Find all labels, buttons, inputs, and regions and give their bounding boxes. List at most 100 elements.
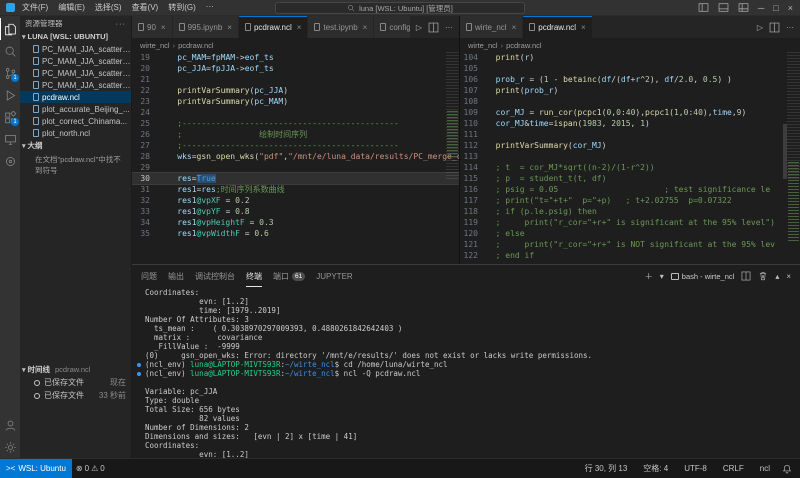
run-debug-icon[interactable] [0, 84, 20, 106]
panel-tab-端口[interactable]: 端口61 [273, 265, 305, 287]
status-item[interactable]: UTF-8 [680, 464, 711, 473]
close-tab-icon[interactable]: × [581, 23, 586, 32]
terminal-line: _FillValue : -9999 [136, 342, 800, 351]
status-item[interactable]: ncl [756, 464, 774, 473]
minimize-button[interactable]: ─ [758, 3, 764, 13]
command-decoration-icon[interactable] [137, 372, 141, 376]
menu-item[interactable]: 转到(G) [168, 2, 196, 13]
explorer-icon[interactable] [0, 18, 20, 40]
search-icon[interactable] [0, 40, 20, 62]
minimap[interactable] [787, 52, 800, 264]
maximize-button[interactable]: □ [773, 3, 778, 13]
menu-item[interactable]: 编辑(E) [58, 2, 85, 13]
status-item[interactable]: 行 30, 列 13 [581, 463, 632, 474]
file-item[interactable]: PC_MAM_JJA_scatter_... [20, 67, 131, 79]
command-decoration-icon[interactable] [137, 363, 141, 367]
status-item[interactable]: CRLF [719, 464, 748, 473]
terminal-line: Total Size: 656 bytes [136, 405, 800, 414]
terminal-output[interactable]: Coordinates: evn: [1..2] time: [1979..20… [132, 287, 800, 458]
file-item[interactable]: plot_north.ncl [20, 127, 131, 139]
code-right[interactable]: 104 print(r)105106 prob_r = (1 - betainc… [460, 52, 800, 264]
tab-label: pcdraw.ncl [538, 23, 576, 32]
run-button[interactable]: ▷ [757, 23, 763, 32]
timeline-header[interactable]: ▾ 时间线 pcdraw.ncl [20, 363, 131, 376]
file-item[interactable]: plot_accurate_Beijing_... [20, 103, 131, 115]
kill-terminal-icon[interactable] [758, 271, 768, 281]
command-center[interactable]: luna [WSL: Ubuntu] [管理员] [275, 2, 525, 14]
timeline-item[interactable]: 已保存文件现在 [20, 376, 131, 389]
text-segment: prob_r [525, 86, 554, 95]
panel-tab-JUPYTER[interactable]: JUPYTER [316, 265, 352, 287]
file-name: PC_MAM_JJA_scatter_... [42, 81, 131, 90]
close-tab-icon[interactable]: × [363, 23, 368, 32]
terminal-dropdown-icon[interactable]: ▾ [660, 272, 664, 281]
tab-995.ipynb[interactable]: 995.ipynb× [173, 16, 239, 38]
notifications-bell-icon[interactable] [782, 464, 792, 474]
close-tab-icon[interactable]: × [297, 23, 302, 32]
breadcrumb-item[interactable]: pcdraw.ncl [506, 41, 541, 50]
tab-config[interactable]: config× [374, 16, 410, 38]
breadcrumb-item[interactable]: pcdraw.ncl [178, 41, 213, 50]
more-actions-icon[interactable]: ··· [445, 23, 453, 32]
account-icon[interactable] [0, 414, 20, 436]
jupyter-icon[interactable] [0, 150, 20, 172]
remote-indicator[interactable]: >< WSL: Ubuntu [0, 459, 72, 478]
menu-item[interactable]: 查看(V) [132, 2, 159, 13]
tab-wirte_ncl[interactable]: wirte_ncl× [460, 16, 523, 38]
maximize-panel-icon[interactable]: ▴ [775, 272, 779, 281]
split-editor-icon[interactable] [769, 22, 780, 33]
text-segment: 0.8 [235, 207, 249, 216]
file-item[interactable]: PC_MAM_JJA_scatter_... [20, 43, 131, 55]
new-terminal-icon[interactable]: ＋ [645, 271, 653, 282]
outline-header[interactable]: ▾ 大纲 [20, 139, 131, 152]
file-item[interactable]: plot_correct_Chinama... [20, 115, 131, 127]
tab-pcdraw.ncl[interactable]: pcdraw.ncl× [239, 16, 308, 38]
tab-90[interactable]: 90× [132, 16, 173, 38]
workspace-header[interactable]: ▾ LUNA [WSL: UBUNTU] [20, 30, 131, 43]
close-window-button[interactable]: × [788, 3, 793, 13]
menu-item[interactable]: 选择(S) [95, 2, 122, 13]
settings-icon[interactable] [0, 436, 20, 458]
tab-test.ipynb[interactable]: test.ipynb× [308, 16, 374, 38]
menu-item[interactable]: ··· [206, 2, 214, 13]
panel-tab-调试控制台[interactable]: 调试控制台 [195, 265, 235, 287]
terminal-line: Variable: pc_JJA [136, 387, 800, 396]
panel-tab-终端[interactable]: 终端 [246, 265, 262, 287]
timeline-item[interactable]: 已保存文件33 秒前 [20, 389, 131, 402]
more-actions-icon[interactable]: ··· [786, 23, 794, 32]
code-left[interactable]: 19 pc_MAM=fpMAM->eof_ts20 pc_JJA=fpJJA->… [132, 52, 459, 264]
close-panel-icon[interactable]: × [786, 272, 791, 281]
tab-label: config [389, 23, 410, 32]
toggle-panel-icon[interactable] [718, 2, 729, 13]
toggle-sidebar-icon[interactable] [698, 2, 709, 13]
close-tab-icon[interactable]: × [161, 23, 166, 32]
file-item[interactable]: pcdraw.ncl [20, 91, 131, 103]
close-tab-icon[interactable]: × [227, 23, 232, 32]
panel-tab-问题[interactable]: 问题 [141, 265, 157, 287]
run-button[interactable]: ▷ [416, 23, 422, 32]
menu-item[interactable]: 文件(F) [22, 2, 48, 13]
breadcrumb-item[interactable]: wirte_ncl [140, 41, 170, 50]
tab-pcdraw.ncl[interactable]: pcdraw.ncl × [523, 16, 592, 38]
remote-explorer-icon[interactable] [0, 128, 20, 150]
file-item[interactable]: PC_MAM_JJA_scatter_... [20, 79, 131, 91]
panel-tab-输出[interactable]: 输出 [168, 265, 184, 287]
sidebar: 资源管理器 ··· ▾ LUNA [WSL: UBUNTU] PC_MAM_JJ… [20, 16, 132, 458]
breadcrumb-item[interactable]: wirte_ncl [468, 41, 498, 50]
terminal-selector[interactable]: bash - wirte_ncl [671, 272, 735, 281]
text-segment: pc_JJA [158, 64, 206, 73]
customize-layout-icon[interactable] [738, 2, 749, 13]
split-terminal-icon[interactable] [741, 271, 751, 281]
file-name: pcdraw.ncl [42, 93, 80, 102]
more-actions-icon[interactable]: ··· [116, 19, 127, 28]
split-editor-icon[interactable] [428, 22, 439, 33]
status-bar-right: 行 30, 列 13 空格: 4 UTF-8 CRLF ncl [581, 459, 800, 478]
extensions-icon[interactable]: 1 [0, 106, 20, 128]
status-item[interactable]: 空格: 4 [639, 463, 672, 474]
problems-indicator[interactable]: ⊗0 ⚠0 [72, 459, 109, 478]
close-tab-icon[interactable]: × [512, 23, 517, 32]
file-item[interactable]: PC_MAM_JJA_scatter_... [20, 55, 131, 67]
line-number: 21 [132, 74, 158, 85]
source-control-icon[interactable]: 1 [0, 62, 20, 84]
minimap[interactable] [446, 52, 459, 264]
